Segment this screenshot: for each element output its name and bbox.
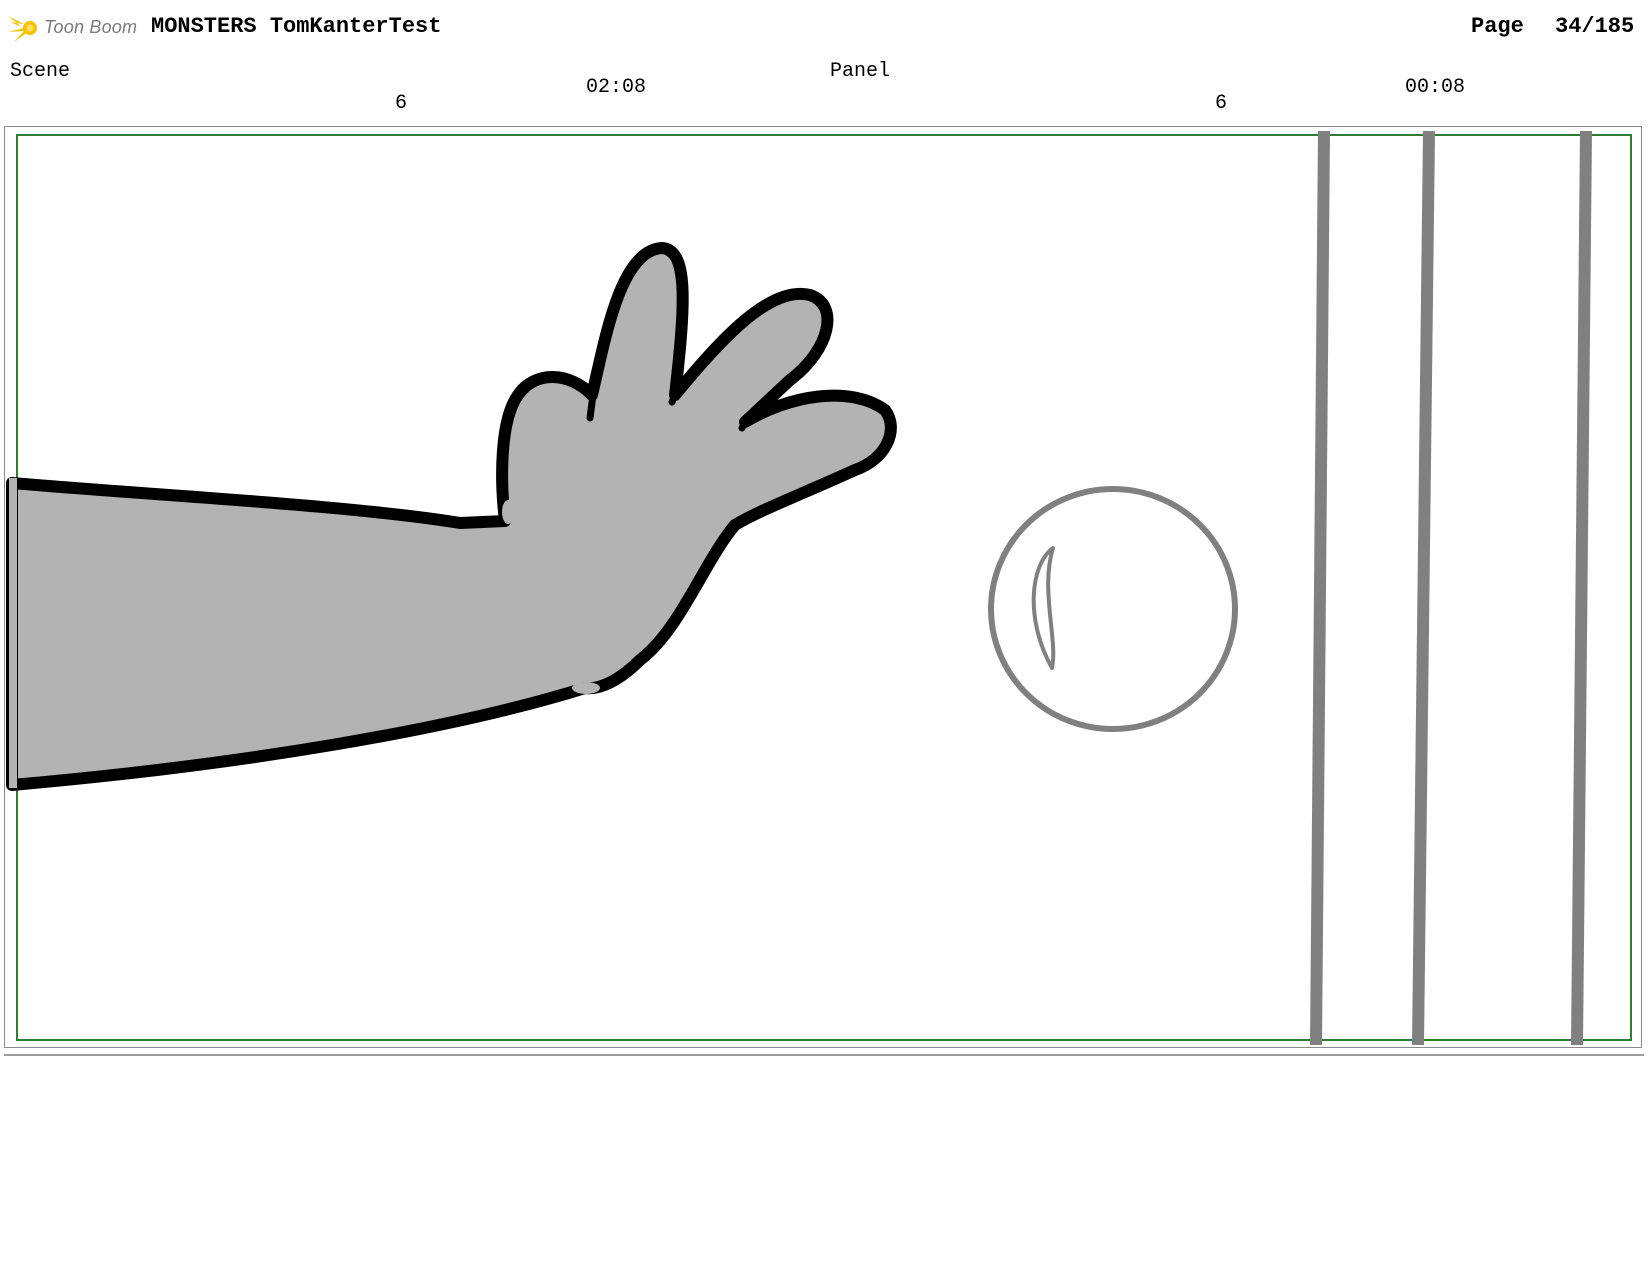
storyboard-panel-drawing bbox=[6, 130, 1592, 1046]
reaching-hand-sketch bbox=[6, 242, 897, 791]
vertical-bars-sketch bbox=[1310, 130, 1592, 1046]
page-divider bbox=[4, 1054, 1644, 1056]
ball-sketch bbox=[988, 486, 1238, 732]
